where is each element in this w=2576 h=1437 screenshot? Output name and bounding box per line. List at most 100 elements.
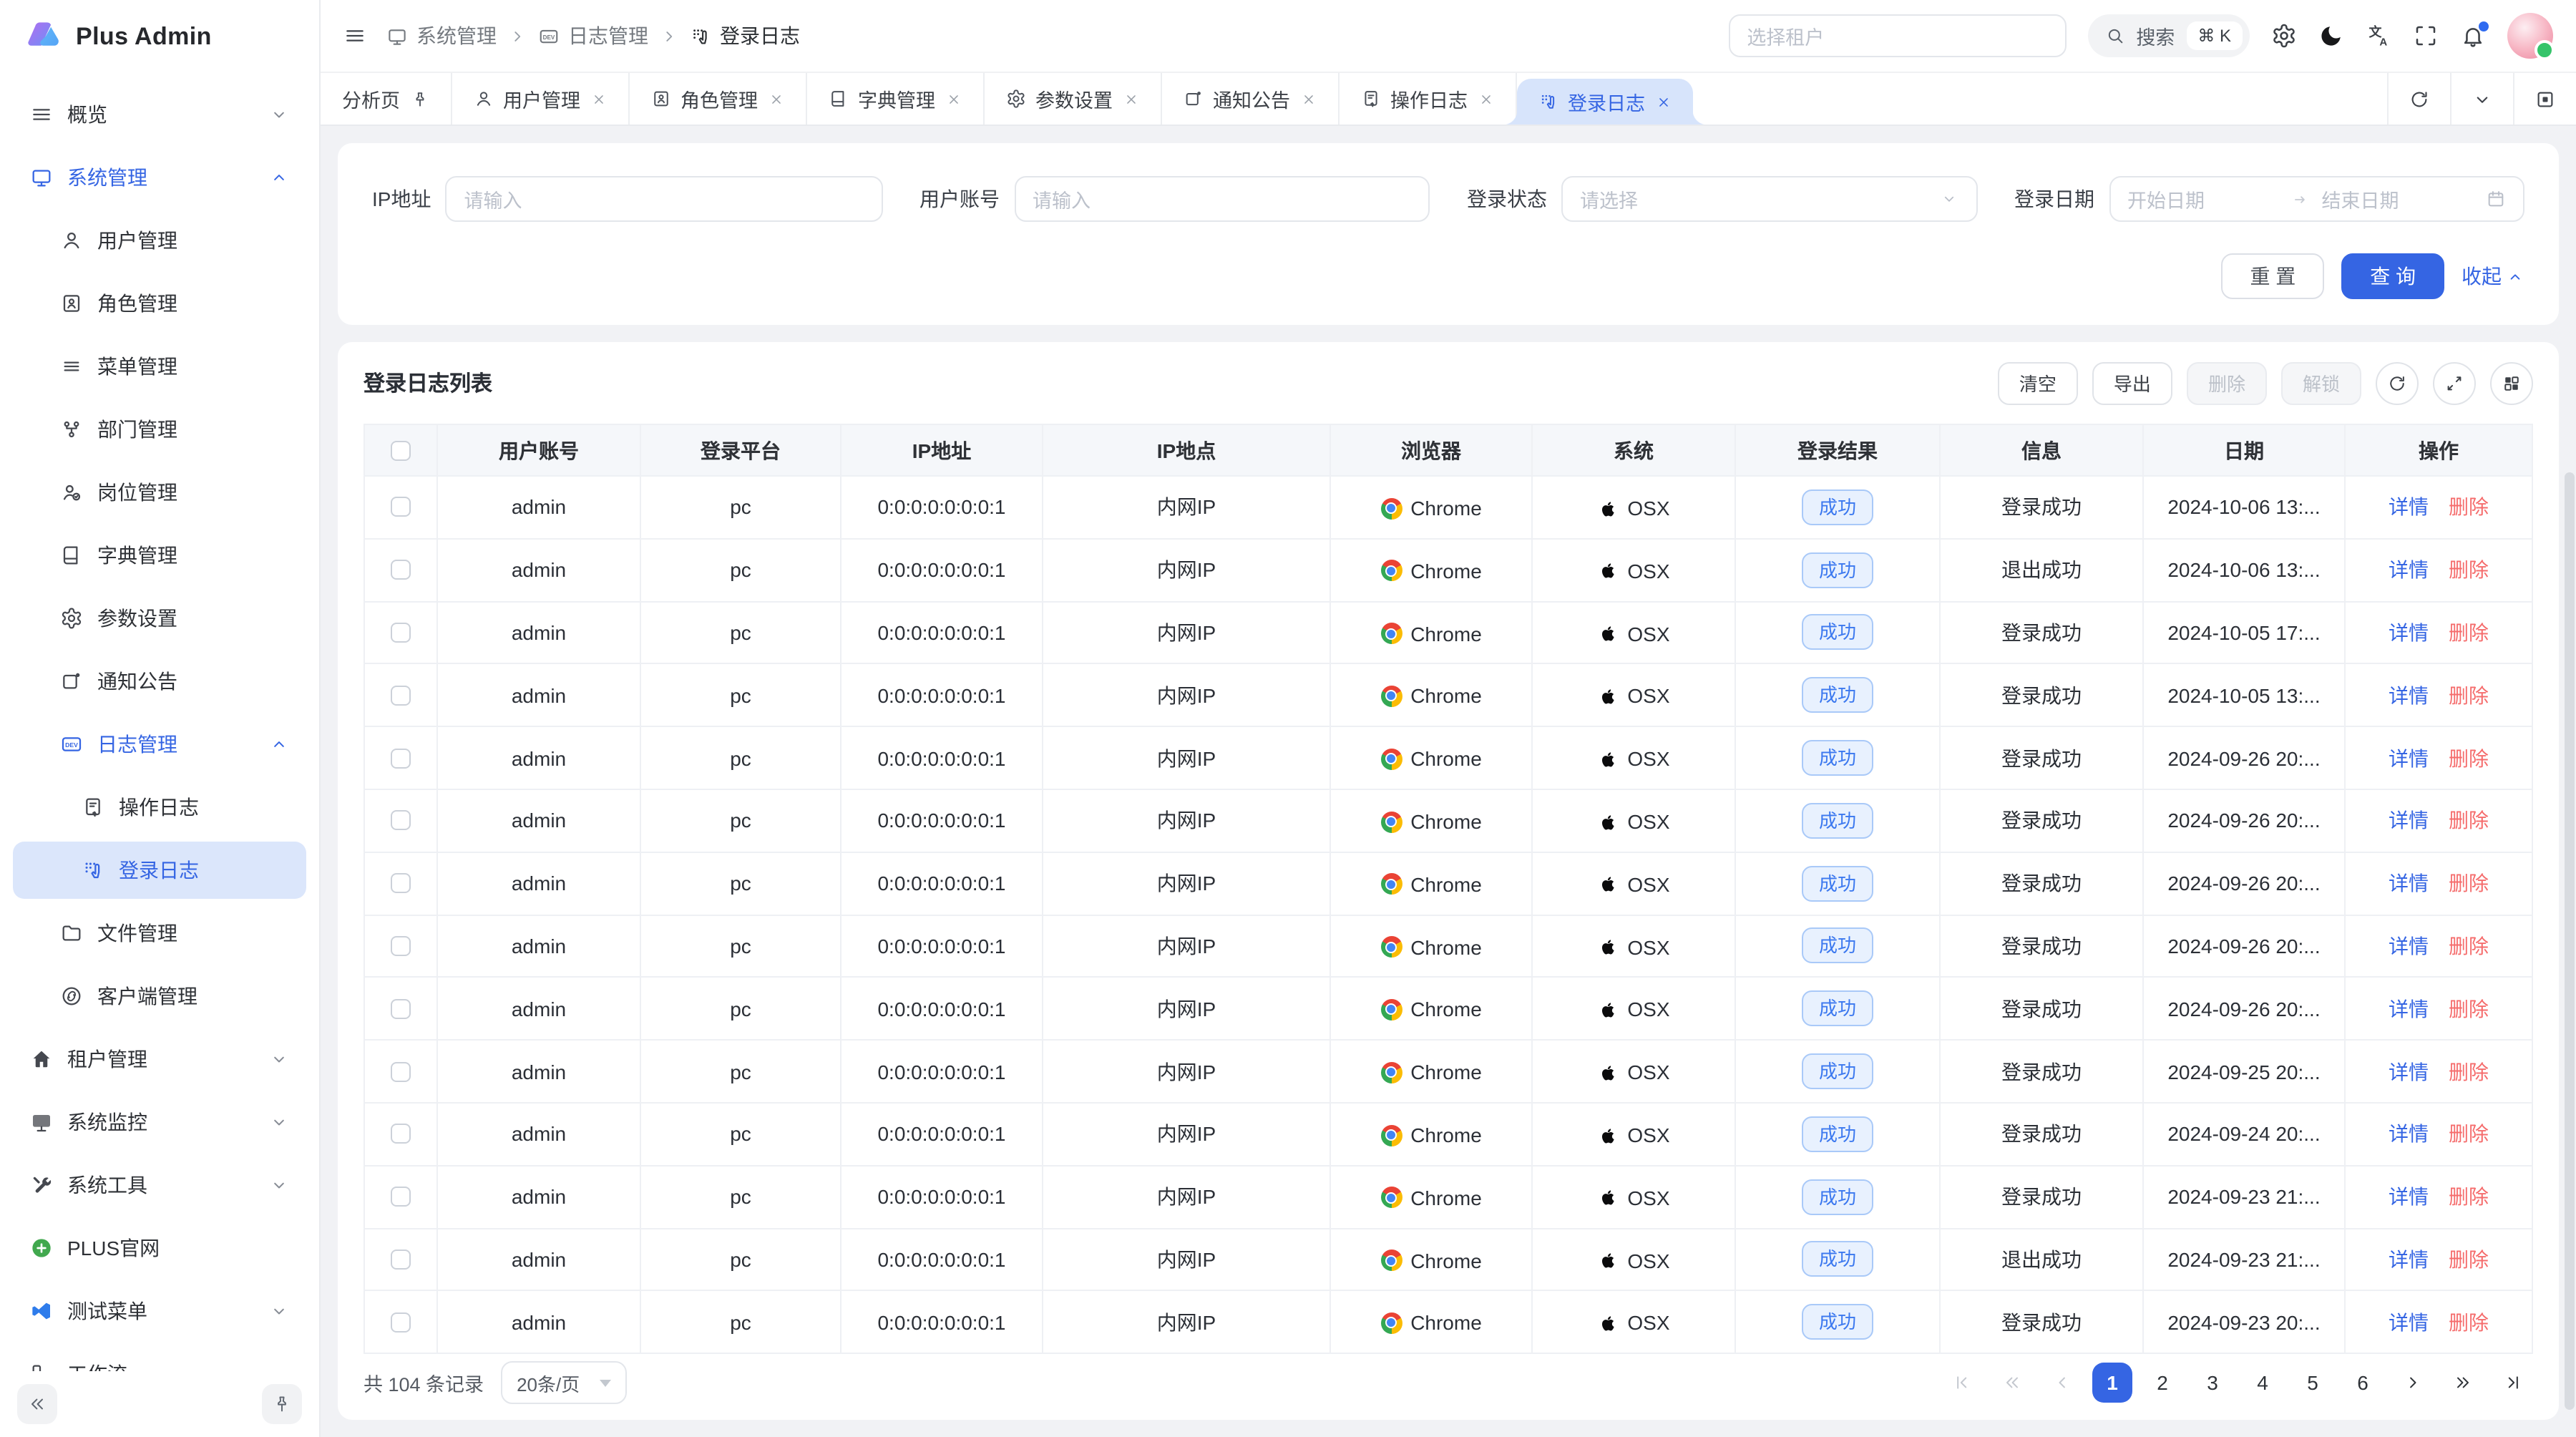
tab-user-management[interactable]: 用户管理	[452, 73, 629, 125]
sidebar-item-system-monitor[interactable]: 系统监控	[13, 1093, 306, 1151]
delete-link[interactable]: 删除	[2449, 1123, 2489, 1146]
page-button-4[interactable]: 4	[2243, 1363, 2283, 1403]
next-page-button[interactable]	[2393, 1363, 2433, 1403]
detail-link[interactable]: 详情	[2389, 1185, 2429, 1208]
sidebar-item-post-management[interactable]: 岗位管理	[13, 464, 306, 521]
select-all-checkbox[interactable]	[391, 440, 411, 460]
sidebar-item-menu-management[interactable]: 菜单管理	[13, 338, 306, 395]
delete-link[interactable]: 删除	[2449, 558, 2489, 581]
row-checkbox[interactable]	[391, 1250, 411, 1270]
delete-link[interactable]: 删除	[2449, 935, 2489, 958]
sidebar-item-notice[interactable]: 通知公告	[13, 653, 306, 710]
tab-param-settings[interactable]: 参数设置	[984, 73, 1161, 125]
close-icon[interactable]	[1300, 91, 1316, 107]
tab-dict-management[interactable]: 字典管理	[806, 73, 984, 125]
close-icon[interactable]	[1478, 91, 1493, 107]
refresh-page-button[interactable]	[2387, 73, 2450, 125]
sidebar-item-login-log[interactable]: 登录日志	[13, 842, 306, 899]
detail-link[interactable]: 详情	[2389, 746, 2429, 769]
row-checkbox[interactable]	[391, 873, 411, 893]
sidebar-item-client-management[interactable]: 客户端管理	[13, 968, 306, 1025]
sidebar-item-file-management[interactable]: 文件管理	[13, 905, 306, 962]
row-checkbox[interactable]	[391, 1312, 411, 1333]
detail-link[interactable]: 详情	[2389, 1248, 2429, 1271]
tab-notice[interactable]: 通知公告	[1161, 73, 1339, 125]
menu-toggle-icon[interactable]	[343, 24, 366, 47]
global-search[interactable]: 搜索 ⌘ K	[2087, 14, 2250, 57]
detail-link[interactable]: 详情	[2389, 872, 2429, 895]
tabs-menu-button[interactable]	[2450, 73, 2513, 125]
delete-link[interactable]: 删除	[2449, 496, 2489, 519]
sidebar-item-user-management[interactable]: 用户管理	[13, 212, 306, 269]
tab-login-log[interactable]: 登录日志	[1516, 79, 1692, 125]
row-checkbox[interactable]	[391, 1187, 411, 1207]
delete-link[interactable]: 删除	[2449, 1060, 2489, 1083]
row-checkbox[interactable]	[391, 560, 411, 580]
unlock-button[interactable]: 解锁	[2281, 361, 2361, 404]
row-checkbox[interactable]	[391, 811, 411, 831]
refresh-table-button[interactable]	[2376, 361, 2419, 404]
status-select[interactable]: 请选择	[1561, 176, 1977, 222]
column-settings-button[interactable]	[2490, 361, 2533, 404]
settings-icon[interactable]	[2271, 23, 2297, 49]
row-checkbox[interactable]	[391, 686, 411, 706]
page-button-3[interactable]: 3	[2192, 1363, 2233, 1403]
detail-link[interactable]: 详情	[2389, 558, 2429, 581]
close-icon[interactable]	[1655, 94, 1671, 109]
delete-link[interactable]: 删除	[2449, 872, 2489, 895]
fullscreen-table-button[interactable]	[2433, 361, 2476, 404]
row-checkbox[interactable]	[391, 1124, 411, 1144]
page-button-5[interactable]: 5	[2293, 1363, 2333, 1403]
close-icon[interactable]	[590, 91, 606, 107]
sidebar-item-tenant-management[interactable]: 租户管理	[13, 1031, 306, 1088]
collapse-filter-link[interactable]: 收起	[2462, 262, 2524, 291]
sidebar-item-log-management[interactable]: DEV日志管理	[13, 716, 306, 773]
avatar[interactable]	[2507, 13, 2553, 59]
tab-role-management[interactable]: 角色管理	[629, 73, 806, 125]
close-icon[interactable]	[1123, 91, 1138, 107]
account-input[interactable]: 请输入	[1014, 176, 1430, 222]
tab-operation-log[interactable]: 操作日志	[1339, 73, 1516, 125]
detail-link[interactable]: 详情	[2389, 496, 2429, 519]
row-checkbox[interactable]	[391, 999, 411, 1019]
delete-link[interactable]: 删除	[2449, 1248, 2489, 1271]
row-checkbox[interactable]	[391, 623, 411, 643]
prev-page-button[interactable]	[2042, 1363, 2082, 1403]
maximize-content-button[interactable]	[2513, 73, 2576, 125]
collapse-sidebar-button[interactable]	[17, 1384, 57, 1424]
detail-link[interactable]: 详情	[2389, 1311, 2429, 1334]
page-scrollbar[interactable]	[2565, 472, 2575, 1410]
pin-sidebar-button[interactable]	[262, 1384, 302, 1424]
search-button[interactable]: 查 询	[2341, 253, 2444, 299]
detail-link[interactable]: 详情	[2389, 935, 2429, 958]
export-button[interactable]: 导出	[2092, 361, 2172, 404]
close-icon[interactable]	[768, 91, 784, 107]
delete-link[interactable]: 删除	[2449, 621, 2489, 644]
pin-icon[interactable]	[410, 89, 429, 108]
sidebar-item-plus-website[interactable]: PLUS官网	[13, 1219, 306, 1277]
delete-link[interactable]: 删除	[2449, 746, 2489, 769]
sidebar-item-dept-management[interactable]: 部门管理	[13, 401, 306, 458]
detail-link[interactable]: 详情	[2389, 1123, 2429, 1146]
detail-link[interactable]: 详情	[2389, 621, 2429, 644]
language-icon[interactable]: 文A	[2366, 23, 2391, 49]
sidebar-item-dict-management[interactable]: 字典管理	[13, 527, 306, 584]
close-icon[interactable]	[945, 91, 961, 107]
date-range-input[interactable]: 开始日期 结束日期	[2109, 176, 2524, 222]
jump-back-button[interactable]	[1992, 1363, 2032, 1403]
breadcrumb-item-login-log[interactable]: 登录日志	[690, 21, 800, 50]
detail-link[interactable]: 详情	[2389, 1060, 2429, 1083]
reset-button[interactable]: 重 置	[2221, 253, 2324, 299]
notifications-icon[interactable]	[2460, 23, 2486, 49]
delete-link[interactable]: 删除	[2449, 809, 2489, 832]
row-checkbox[interactable]	[391, 1061, 411, 1081]
delete-button[interactable]: 删除	[2187, 361, 2267, 404]
first-page-button[interactable]	[1942, 1363, 1982, 1403]
tab-analysis[interactable]: 分析页	[321, 73, 452, 125]
sidebar-item-overview[interactable]: 概览	[13, 86, 306, 143]
sidebar-item-operation-log[interactable]: 操作日志	[13, 779, 306, 836]
row-checkbox[interactable]	[391, 748, 411, 768]
row-checkbox[interactable]	[391, 497, 411, 517]
delete-link[interactable]: 删除	[2449, 998, 2489, 1020]
delete-link[interactable]: 删除	[2449, 684, 2489, 707]
